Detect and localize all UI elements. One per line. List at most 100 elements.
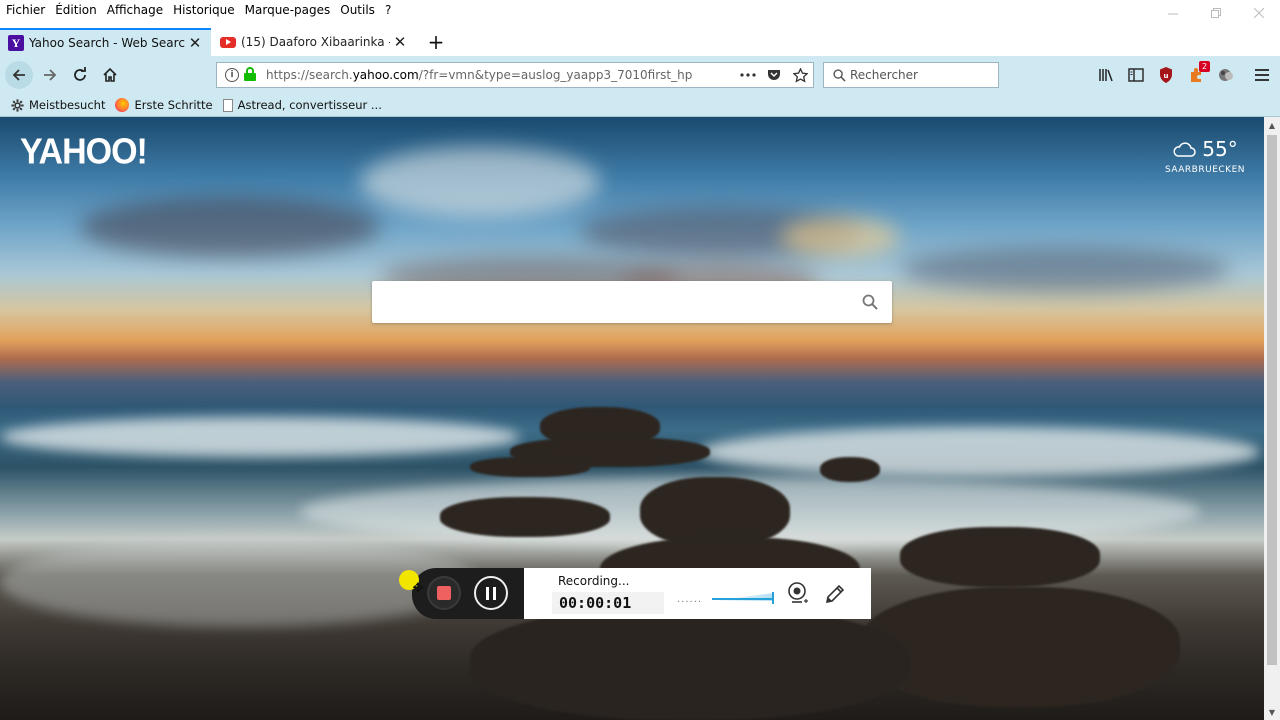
menu-historique[interactable]: Historique bbox=[168, 0, 240, 20]
wave-foam bbox=[0, 417, 520, 457]
more-dots-icon bbox=[740, 73, 756, 77]
close-window-button[interactable] bbox=[1237, 0, 1280, 26]
bookmark-meistbesucht[interactable]: Meistbesucht bbox=[10, 98, 105, 112]
svg-text:u: u bbox=[1164, 72, 1169, 80]
weather-widget[interactable]: 55° SAARBRUECKEN bbox=[1150, 137, 1260, 175]
rock bbox=[900, 527, 1100, 587]
webcam-button[interactable] bbox=[786, 581, 810, 607]
cloud bbox=[80, 197, 380, 257]
draw-annotation-button[interactable] bbox=[822, 581, 848, 607]
minimize-button[interactable] bbox=[1151, 0, 1194, 26]
yahoo-favicon-icon: Y bbox=[8, 35, 24, 51]
bookmark-label: Meistbesucht bbox=[29, 98, 106, 112]
tab-close-button[interactable]: ✕ bbox=[390, 32, 410, 52]
bookmark-astread[interactable]: Astread, convertisseur ... bbox=[222, 98, 382, 112]
menu-help[interactable]: ? bbox=[380, 0, 396, 20]
screen-recorder-toolbar: Recording... 00:00:01 ...... bbox=[412, 568, 871, 619]
cloud-weather-icon bbox=[1173, 142, 1197, 157]
rock bbox=[470, 457, 590, 477]
tab-close-button[interactable]: ✕ bbox=[185, 33, 205, 53]
bookmark-erste-schritte[interactable]: Erste Schritte bbox=[115, 98, 213, 112]
rock bbox=[440, 497, 610, 537]
yahoo-search-box[interactable] bbox=[372, 281, 892, 323]
tab-youtube[interactable]: (15) Daaforo Xibaarinka - YouTube ✕ bbox=[212, 28, 416, 56]
library-icon bbox=[1099, 69, 1113, 82]
recording-status: Recording... bbox=[558, 574, 630, 588]
menu-affichage[interactable]: Affichage bbox=[102, 0, 168, 20]
volume-slider[interactable] bbox=[712, 598, 774, 600]
bookmark-star-button[interactable] bbox=[787, 63, 813, 87]
scroll-up-arrow-icon[interactable]: ▲ bbox=[1264, 117, 1280, 133]
profile-addon-button[interactable] bbox=[1214, 63, 1238, 87]
cloud bbox=[780, 217, 900, 257]
search-icon bbox=[828, 68, 850, 82]
cloud bbox=[360, 147, 600, 217]
rock bbox=[820, 457, 880, 482]
restore-icon bbox=[1210, 8, 1221, 18]
scroll-down-arrow-icon[interactable]: ▼ bbox=[1264, 704, 1280, 720]
pause-icon bbox=[486, 586, 489, 600]
menu-edition[interactable]: Édition bbox=[50, 0, 102, 20]
forward-button[interactable] bbox=[36, 61, 64, 89]
pause-recording-button[interactable] bbox=[474, 576, 508, 610]
search-icon bbox=[862, 294, 878, 310]
url-bar[interactable]: i https://search.yahoo.com/?fr=vmn&type=… bbox=[216, 62, 814, 88]
wave-foam bbox=[700, 427, 1260, 477]
sidebar-icon bbox=[1128, 68, 1144, 82]
home-button[interactable] bbox=[96, 61, 124, 89]
stop-recording-button[interactable] bbox=[427, 576, 461, 610]
youtube-favicon-icon bbox=[220, 36, 236, 48]
webcam-icon bbox=[788, 582, 808, 603]
menu-bar: Fichier Édition Affichage Historique Mar… bbox=[0, 0, 1280, 20]
document-icon bbox=[222, 98, 233, 112]
ublock-button[interactable]: u bbox=[1154, 63, 1178, 87]
bookmark-label: Erste Schritte bbox=[134, 98, 213, 112]
tab-yahoo-search[interactable]: Y Yahoo Search - Web Search ✕ bbox=[0, 28, 211, 56]
tab-title: Yahoo Search - Web Search bbox=[29, 36, 185, 50]
vertical-scrollbar[interactable]: ▲ ▼ bbox=[1264, 117, 1280, 720]
rock bbox=[470, 607, 910, 720]
yahoo-search-input[interactable] bbox=[372, 282, 848, 322]
browser-search-input[interactable] bbox=[850, 68, 990, 82]
lock-icon[interactable] bbox=[244, 67, 256, 81]
url-text[interactable]: https://search.yahoo.com/?fr=vmn&type=au… bbox=[266, 68, 735, 82]
pocket-icon bbox=[768, 70, 780, 80]
audio-level-dots: ...... bbox=[677, 594, 703, 605]
library-button[interactable] bbox=[1094, 63, 1118, 87]
volume-slider-handle[interactable] bbox=[772, 592, 774, 604]
menu-outils[interactable]: Outils bbox=[335, 0, 380, 20]
menu-fichier[interactable]: Fichier bbox=[0, 0, 50, 20]
sidebar-button[interactable] bbox=[1124, 63, 1148, 87]
page-actions-button[interactable] bbox=[735, 63, 761, 87]
star-icon bbox=[792, 67, 808, 83]
tab-strip: Y Yahoo Search - Web Search ✕ (15) Daafo… bbox=[0, 28, 1280, 56]
page-content: YAHOO! 55° SAARBRUECKEN bbox=[0, 117, 1264, 720]
recording-timer: 00:00:01 bbox=[552, 592, 664, 614]
cloud bbox=[900, 247, 1230, 292]
new-tab-button[interactable]: + bbox=[424, 30, 448, 54]
back-button[interactable] bbox=[5, 61, 33, 89]
restore-button[interactable] bbox=[1194, 0, 1237, 26]
minimize-icon bbox=[1167, 13, 1178, 15]
info-icon[interactable]: i bbox=[225, 68, 239, 82]
browser-search-bar[interactable] bbox=[823, 62, 999, 88]
reload-button[interactable] bbox=[66, 61, 94, 89]
move-cursor-icon: ✥ bbox=[412, 580, 424, 596]
scrollbar-thumb[interactable] bbox=[1267, 135, 1277, 665]
bookmark-label: Astread, convertisseur ... bbox=[237, 98, 382, 112]
home-icon bbox=[103, 67, 117, 82]
main-menu-button[interactable] bbox=[1250, 63, 1274, 87]
yahoo-logo[interactable]: YAHOO! bbox=[20, 132, 148, 173]
weather-city: SAARBRUECKEN bbox=[1164, 165, 1245, 175]
navigation-toolbar: i https://search.yahoo.com/?fr=vmn&type=… bbox=[0, 56, 1280, 94]
bookmarks-toolbar: Meistbesucht Erste Schritte Astread, con… bbox=[0, 94, 1280, 117]
addon-button[interactable]: 2 bbox=[1184, 61, 1210, 87]
menu-marque-pages[interactable]: Marque-pages bbox=[240, 0, 336, 20]
window-controls bbox=[1151, 0, 1280, 28]
ublock-shield-icon: u bbox=[1160, 67, 1172, 83]
pocket-button[interactable] bbox=[761, 63, 787, 87]
yahoo-search-button[interactable] bbox=[848, 281, 892, 323]
stop-icon bbox=[437, 586, 451, 600]
hamburger-menu-icon bbox=[1255, 69, 1269, 81]
forward-arrow-icon bbox=[44, 69, 57, 81]
